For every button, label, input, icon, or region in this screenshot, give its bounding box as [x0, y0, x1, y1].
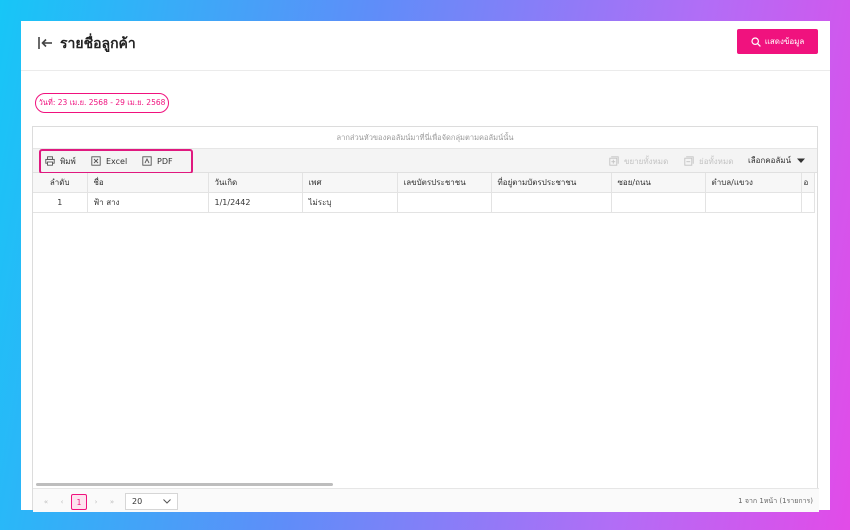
cell-truncated: [801, 192, 815, 213]
pager-info: 1 จาก 1หน้า (1รายการ): [738, 497, 813, 505]
app-window: รายชื่อลูกค้า แสดงข้อมูล วันที่: 23 เม.ย…: [21, 21, 830, 512]
cell-id-number: [397, 192, 492, 213]
excel-file-icon: [91, 156, 101, 166]
horizontal-scrollbar[interactable]: [36, 483, 333, 486]
expand-all-label: ขยายทั้งหมด: [624, 156, 669, 166]
column-header-gender[interactable]: เพศ: [302, 173, 398, 193]
page-size-select[interactable]: 20: [125, 493, 178, 510]
data-grid: ลากส่วนหัวของคอลัมน์มาที่นี่เพื่อจัดกลุ่…: [32, 126, 819, 512]
show-data-label: แสดงข้อมูล: [764, 37, 805, 46]
back-arrow-icon[interactable]: [37, 35, 53, 51]
data-table: ลำดับ ชื่อ วันเกิด เพศ เลขบัตรประชาชน ที…: [33, 173, 815, 213]
pager: « ‹ 1 › » 20 1 จาก 1หน้า (1รายการ): [33, 488, 819, 512]
collapse-all-label: ย่อทั้งหมด: [699, 156, 734, 166]
column-header-birthdate[interactable]: วันเกิด: [208, 173, 303, 193]
column-chooser-label: เลือกคอลัมน์: [748, 156, 792, 165]
last-page-button[interactable]: »: [105, 495, 119, 509]
print-label: พิมพ์: [60, 156, 76, 166]
page-header: รายชื่อลูกค้า แสดงข้อมูล: [21, 21, 830, 71]
column-header-soi-road[interactable]: ซอย/ถนน: [611, 173, 706, 193]
group-panel[interactable]: ลากส่วนหัวของคอลัมน์มาที่นี่เพื่อจัดกลุ่…: [33, 127, 817, 149]
column-chooser-button[interactable]: เลือกคอลัมน์: [748, 154, 806, 167]
cell-subdistrict: [705, 192, 802, 213]
caret-down-icon: [797, 158, 806, 163]
expand-all-button[interactable]: ขยายทั้งหมด: [609, 154, 668, 168]
table-header-row: ลำดับ ชื่อ วันเกิด เพศ เลขบัตรประชาชน ที…: [33, 173, 815, 193]
cell-name: ฟ้า สาง: [87, 192, 209, 213]
pdf-label: PDF: [157, 156, 173, 166]
column-header-id-number[interactable]: เลขบัตรประชาชน: [397, 173, 492, 193]
pdf-file-icon: [142, 156, 152, 166]
prev-page-button[interactable]: ‹: [55, 495, 69, 509]
column-header-subdistrict[interactable]: ตำบล/แขวง: [705, 173, 802, 193]
collapse-icon: [684, 156, 694, 166]
cell-birthdate: 1/1/2442: [208, 192, 303, 213]
grid-toolbar: พิมพ์ Excel PDF ขยายทั้งหมด ย่อทั้งหมด เ…: [33, 149, 817, 174]
cell-soi-road: [611, 192, 706, 213]
excel-export-button[interactable]: Excel: [91, 154, 127, 168]
expand-icon: [609, 156, 619, 166]
chevron-down-icon: [163, 499, 171, 504]
page-size-value: 20: [132, 497, 143, 506]
column-header-order[interactable]: ลำดับ: [33, 173, 88, 193]
cell-gender: ไม่ระบุ: [302, 192, 398, 213]
column-header-truncated[interactable]: อ: [801, 173, 815, 193]
show-data-button[interactable]: แสดงข้อมูล: [737, 29, 818, 54]
print-button[interactable]: พิมพ์: [45, 154, 76, 168]
column-header-name[interactable]: ชื่อ: [87, 173, 209, 193]
first-page-button[interactable]: «: [39, 495, 53, 509]
table-row[interactable]: 1 ฟ้า สาง 1/1/2442 ไม่ระบุ: [33, 192, 815, 213]
search-icon: [751, 36, 761, 47]
printer-icon: [45, 156, 55, 166]
cell-id-address: [491, 192, 612, 213]
excel-label: Excel: [106, 156, 128, 166]
column-header-id-address[interactable]: ที่อยู่ตามบัตรประชาชน: [491, 173, 612, 193]
page-title: รายชื่อลูกค้า: [60, 36, 136, 52]
cell-order: 1: [33, 192, 88, 213]
collapse-all-button[interactable]: ย่อทั้งหมด: [684, 154, 733, 168]
pdf-export-button[interactable]: PDF: [142, 154, 173, 168]
page-number-current[interactable]: 1: [71, 494, 87, 510]
next-page-button[interactable]: ›: [89, 495, 103, 509]
date-range-chip[interactable]: วันที่: 23 เม.ย. 2568 - 29 เม.ย. 2568: [35, 93, 169, 113]
